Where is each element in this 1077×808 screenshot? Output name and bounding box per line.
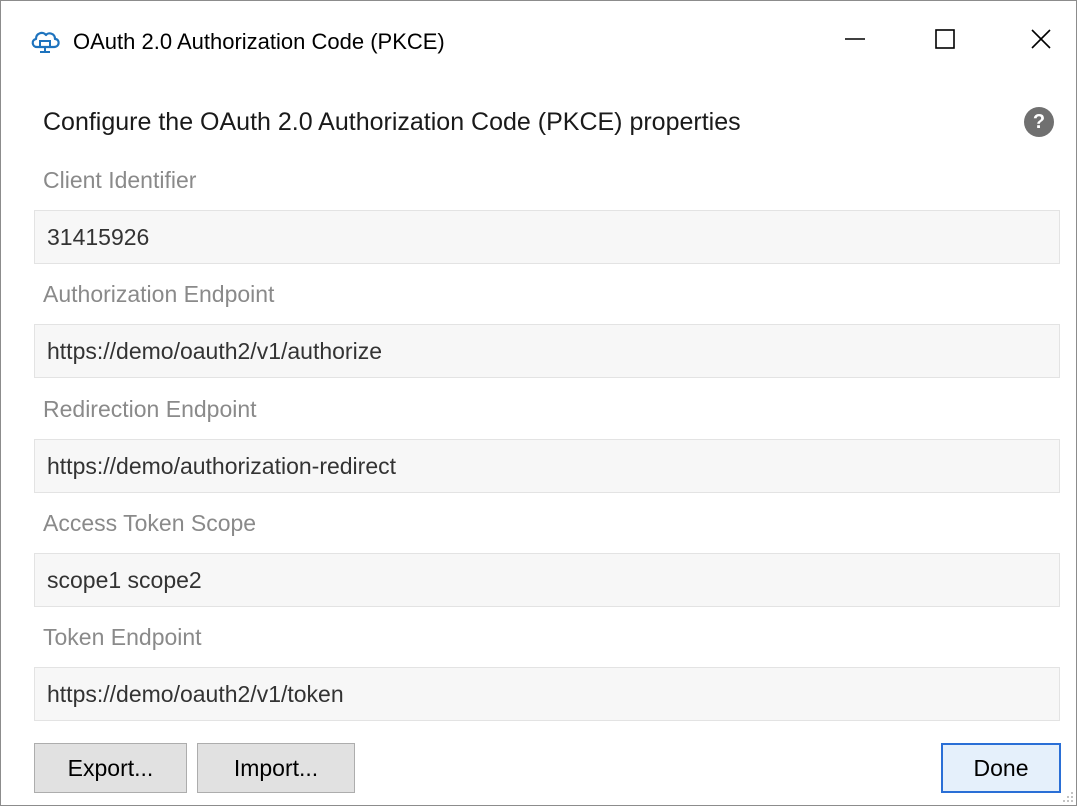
window-title: OAuth 2.0 Authorization Code (PKCE) — [73, 29, 445, 54]
resize-grip-icon[interactable] — [1060, 789, 1074, 803]
redirection-endpoint-label: Redirection Endpoint — [43, 396, 257, 422]
token-endpoint-label: Token Endpoint — [43, 624, 202, 650]
close-button[interactable] — [1013, 13, 1069, 69]
oauth-dialog-window: OAuth 2.0 Authorization Code (PKCE) Conf… — [0, 0, 1077, 806]
done-button[interactable]: Done — [941, 743, 1061, 793]
client-identifier-input[interactable] — [34, 210, 1060, 264]
help-icon[interactable]: ? — [1024, 107, 1054, 137]
minimize-button[interactable] — [827, 13, 883, 69]
access-token-scope-label: Access Token Scope — [43, 510, 257, 536]
authorization-endpoint-label: Authorization Endpoint — [43, 281, 275, 307]
maximize-icon — [934, 28, 956, 55]
minimize-icon — [844, 28, 866, 55]
redirection-endpoint-input[interactable] — [34, 439, 1060, 493]
client-identifier-label: Client Identifier — [43, 167, 197, 193]
title-bar[interactable]: OAuth 2.0 Authorization Code (PKCE) — [1, 1, 1076, 81]
export-button[interactable]: Export... — [34, 743, 187, 793]
cloud-icon — [29, 27, 61, 55]
dialog-heading: Configure the OAuth 2.0 Authorization Co… — [43, 108, 741, 136]
authorization-endpoint-input[interactable] — [34, 324, 1060, 378]
access-token-scope-input[interactable] — [34, 553, 1060, 607]
maximize-button[interactable] — [917, 13, 973, 69]
import-button[interactable]: Import... — [197, 743, 355, 793]
token-endpoint-input[interactable] — [34, 667, 1060, 721]
close-icon — [1030, 28, 1052, 55]
